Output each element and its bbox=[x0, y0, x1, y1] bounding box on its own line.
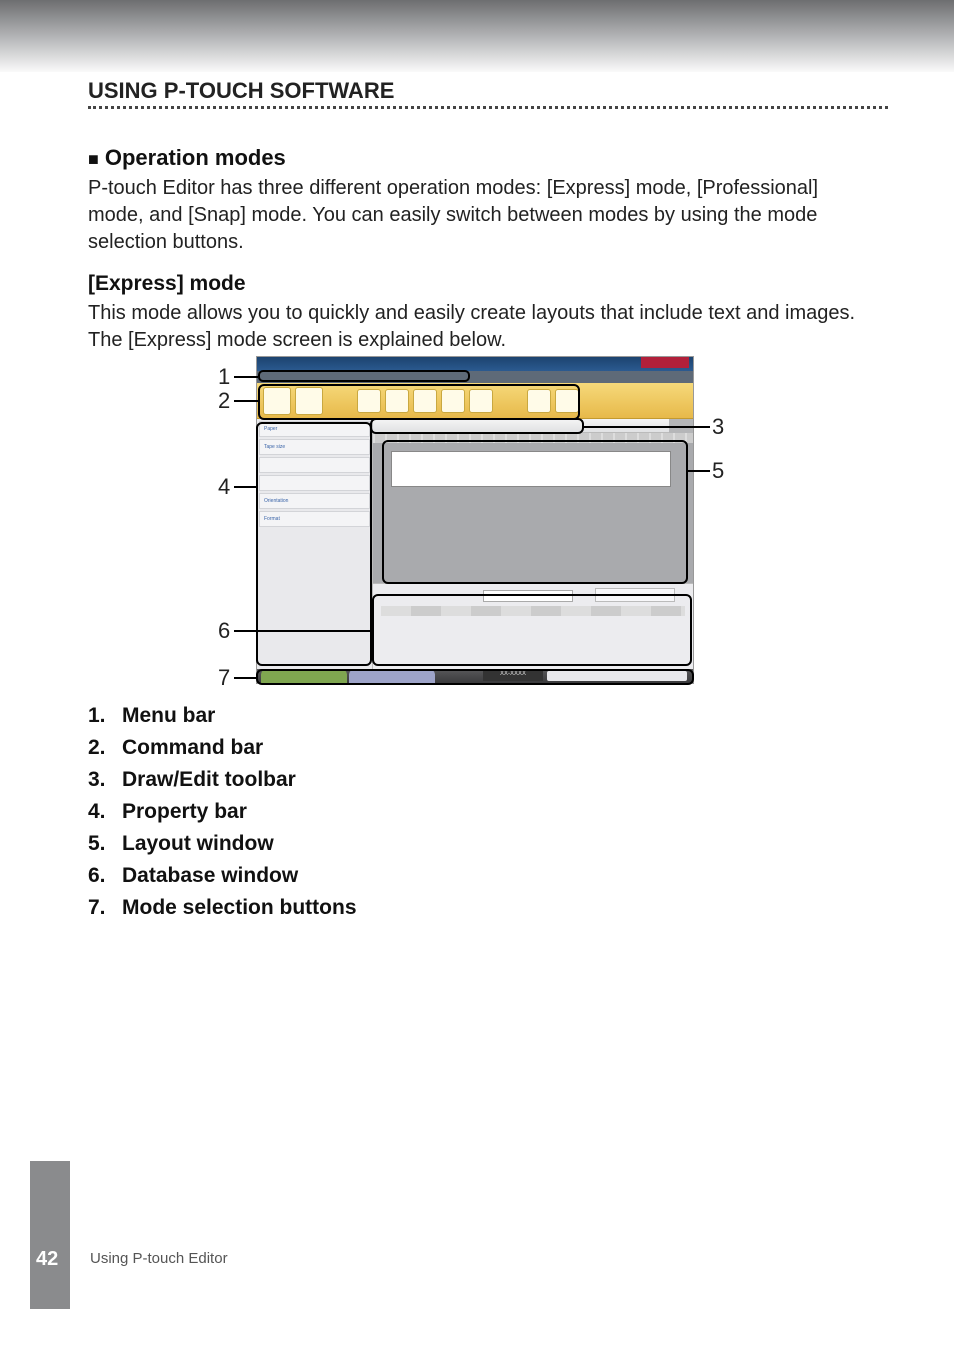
screenshot-titlebar bbox=[257, 357, 693, 371]
leader-3 bbox=[584, 426, 710, 428]
operation-modes-body: P-touch Editor has three different opera… bbox=[88, 175, 878, 256]
page-tab bbox=[30, 1161, 70, 1309]
legend-item-2: 2.Command bar bbox=[88, 736, 357, 760]
header-gradient bbox=[0, 0, 954, 72]
legend-item-6: 6.Database window bbox=[88, 864, 357, 888]
screenshot-commandbar bbox=[257, 383, 693, 419]
leader-4 bbox=[234, 486, 256, 488]
screenshot-ruler bbox=[373, 433, 693, 443]
screenshot-mode-tab-express bbox=[349, 669, 435, 683]
screenshot-mode-bar: XX-XXXX bbox=[257, 669, 693, 683]
screenshot-database-window bbox=[373, 583, 693, 669]
commandbar-group-2 bbox=[357, 387, 493, 415]
footer-title: Using P-touch Editor bbox=[90, 1250, 228, 1267]
callout-number-3: 3 bbox=[712, 414, 724, 440]
screenshot-logo bbox=[641, 357, 689, 368]
legend-item-7: 7.Mode selection buttons bbox=[88, 896, 357, 920]
leader-6 bbox=[234, 630, 372, 632]
screenshot-label-object bbox=[391, 451, 671, 487]
page: USING P-TOUCH SOFTWARE ■Operation modes … bbox=[0, 0, 954, 1357]
screenshot-express-mode: Paper Tape size Orientation Format XX-XX… bbox=[256, 356, 694, 684]
legend-item-1: 1.Menu bar bbox=[88, 704, 357, 728]
callout-number-7: 7 bbox=[218, 665, 230, 691]
screenshot-layout-window bbox=[373, 443, 693, 583]
screenshot-device-name: XX-XXXX bbox=[483, 671, 543, 681]
screenshot-zoom-control bbox=[547, 671, 687, 681]
commandbar-group-1 bbox=[263, 387, 323, 415]
callout-number-6: 6 bbox=[218, 618, 230, 644]
heading-operation-modes: ■ Operation modes bbox=[88, 145, 286, 171]
legend-item-3: 3.Draw/Edit toolbar bbox=[88, 768, 357, 792]
leader-7 bbox=[234, 677, 256, 679]
divider-dotted bbox=[88, 106, 888, 109]
legend-item-5: 5.Layout window bbox=[88, 832, 357, 856]
page-number: 42 bbox=[36, 1248, 58, 1271]
legend-list: 1.Menu bar 2.Command bar 3.Draw/Edit too… bbox=[88, 704, 357, 928]
callout-number-5: 5 bbox=[712, 458, 724, 484]
heading-operation-modes-text: Operation modes bbox=[105, 145, 286, 170]
leader-1 bbox=[234, 376, 258, 378]
screenshot-menubar bbox=[257, 371, 693, 383]
section-header: USING P-TOUCH SOFTWARE bbox=[88, 78, 394, 104]
callout-number-4: 4 bbox=[218, 474, 230, 500]
heading-express-mode: [Express] mode bbox=[88, 272, 246, 296]
screenshot-mode-tab-snap bbox=[261, 669, 347, 683]
callout-number-2: 2 bbox=[218, 388, 230, 414]
bullet-square-icon: ■ bbox=[88, 149, 99, 169]
legend-item-4: 4.Property bar bbox=[88, 800, 357, 824]
commandbar-group-3 bbox=[527, 387, 579, 415]
express-mode-body: This mode allows you to quickly and easi… bbox=[88, 300, 878, 354]
leader-2 bbox=[234, 400, 258, 402]
callout-number-1: 1 bbox=[218, 364, 230, 390]
leader-5 bbox=[688, 470, 710, 472]
